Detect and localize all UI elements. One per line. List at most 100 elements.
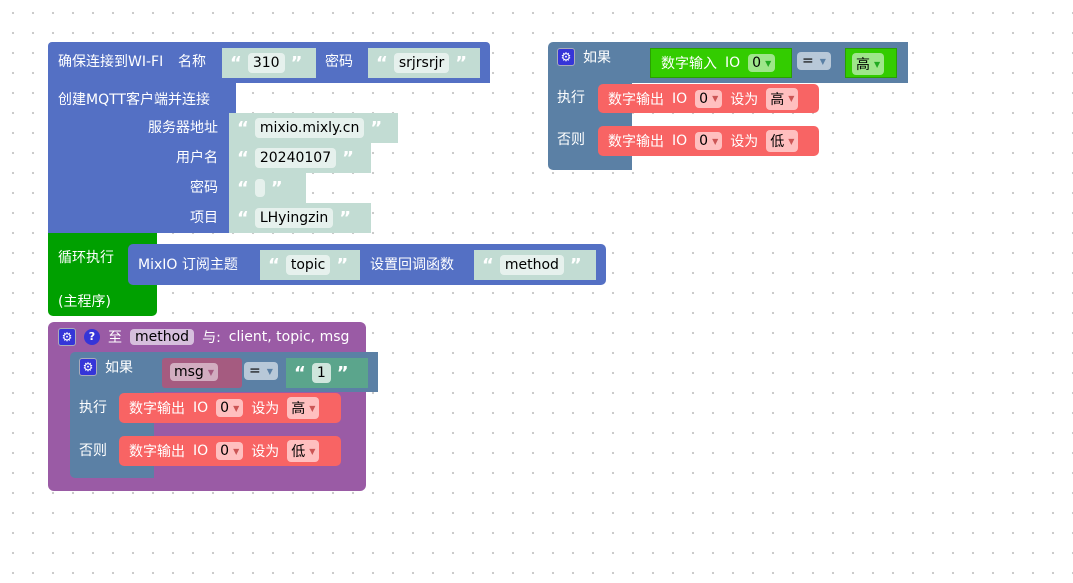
if-condition-area: msg ▼ = ▼ “1” bbox=[150, 352, 378, 392]
level-dropdown[interactable]: 低 ▼ bbox=[287, 440, 320, 462]
dropdown-arrow-icon: ▼ bbox=[788, 136, 795, 146]
user-label: 用户名 bbox=[176, 150, 218, 166]
procedure-to-label: 至 bbox=[108, 330, 122, 346]
if-condition-area: 数字输入 IO 0 ▼ = ▼ 高 ▼ bbox=[630, 42, 908, 83]
dropdown-arrow-icon: ▼ bbox=[712, 136, 719, 146]
server-label: 服务器地址 bbox=[148, 120, 218, 136]
set-label: 设为 bbox=[251, 401, 280, 417]
wifi-pwd-value[interactable]: srjrsrjr bbox=[393, 53, 450, 73]
pin-dropdown[interactable]: 0 ▼ bbox=[695, 89, 723, 108]
procedure-name-field[interactable]: method bbox=[130, 329, 195, 345]
workspace[interactable]: 确保连接到WI-FI 名称 “310” 密码 “srjrsrjr” 创建MQTT… bbox=[0, 0, 1073, 583]
action-label: 数字输出 bbox=[129, 444, 185, 460]
level-dropdown[interactable]: 低 ▼ bbox=[766, 130, 799, 152]
user-field[interactable]: “20240107” bbox=[229, 143, 371, 173]
loop-label: 循环执行 bbox=[58, 250, 114, 266]
if-header: ⚙ 如果 bbox=[557, 47, 611, 67]
compare-operator-dropdown[interactable]: = ▼ bbox=[244, 362, 278, 380]
help-icon[interactable]: ? bbox=[84, 329, 100, 345]
wifi-connect-block[interactable]: 确保连接到WI-FI 名称 “310” 密码 “srjrsrjr” bbox=[48, 42, 490, 83]
quote-open-icon: “ bbox=[237, 177, 249, 199]
wifi-label: 确保连接到WI-FI bbox=[58, 54, 164, 70]
digital-read-block[interactable]: 数字输入 IO 0 ▼ bbox=[650, 48, 792, 78]
wifi-pwd-label: 密码 bbox=[325, 54, 353, 70]
level-block[interactable]: 高 ▼ bbox=[845, 48, 897, 78]
variable-block[interactable]: msg ▼ bbox=[162, 358, 242, 388]
quote-close-icon: ” bbox=[455, 52, 468, 74]
quote-open-icon: “ bbox=[230, 52, 242, 74]
callback-value[interactable]: method bbox=[499, 255, 564, 275]
wifi-name-value[interactable]: 310 bbox=[247, 53, 285, 73]
mqtt-pwd-label: 密码 bbox=[190, 180, 218, 196]
then-label: 执行 bbox=[557, 90, 585, 106]
server-field[interactable]: “mixio.mixly.cn” bbox=[229, 113, 398, 143]
gear-icon[interactable]: ⚙ bbox=[58, 328, 76, 346]
then-label: 执行 bbox=[79, 400, 107, 416]
dropdown-arrow-icon: ▼ bbox=[309, 446, 316, 456]
set-label: 设为 bbox=[730, 134, 759, 150]
quote-open-icon: “ bbox=[237, 207, 249, 229]
digital-write-high-block[interactable]: 数字输出 IO 0 ▼ 设为 高 ▼ bbox=[119, 393, 341, 423]
pin-dropdown[interactable]: 0 ▼ bbox=[748, 54, 776, 72]
compare-operator-dropdown[interactable]: = ▼ bbox=[797, 52, 831, 70]
dropdown-arrow-icon: ▼ bbox=[309, 403, 316, 413]
quote-close-icon: ” bbox=[569, 254, 582, 276]
text-value[interactable]: 1 bbox=[311, 363, 331, 383]
dropdown-arrow-icon: ▼ bbox=[788, 94, 795, 103]
project-value[interactable]: LHyingzin bbox=[254, 208, 334, 228]
dropdown-arrow-icon: ▼ bbox=[874, 59, 881, 69]
digital-write-low-block[interactable]: 数字输出 IO 0 ▼ 设为 低 ▼ bbox=[598, 126, 819, 156]
level-dropdown[interactable]: 高 ▼ bbox=[287, 397, 320, 419]
digital-write-low-block[interactable]: 数字输出 IO 0 ▼ 设为 低 ▼ bbox=[119, 436, 341, 466]
level-dropdown[interactable]: 高 ▼ bbox=[766, 87, 799, 110]
if-label: 如果 bbox=[583, 50, 611, 66]
dropdown-arrow-icon: ▼ bbox=[233, 446, 240, 456]
pin-dropdown[interactable]: 0 ▼ bbox=[695, 132, 723, 150]
action-label: 数字输出 bbox=[129, 401, 185, 417]
if-label: 如果 bbox=[105, 360, 133, 376]
mixio-subscribe-block[interactable]: MixIO 订阅主题 “topic” 设置回调函数 “method” bbox=[128, 244, 606, 285]
quote-open-icon: “ bbox=[294, 362, 306, 384]
project-label: 项目 bbox=[190, 210, 218, 226]
level-dropdown[interactable]: 高 ▼ bbox=[852, 53, 885, 75]
msg-dropdown[interactable]: msg ▼ bbox=[170, 363, 218, 381]
gear-icon[interactable]: ⚙ bbox=[557, 48, 575, 66]
loop-sublabel: (主程序) bbox=[58, 294, 111, 310]
wifi-name-label: 名称 bbox=[178, 54, 206, 70]
quote-close-icon: ” bbox=[336, 254, 349, 276]
action-label: 数字输出 bbox=[608, 134, 664, 150]
else-label: 否则 bbox=[557, 132, 585, 148]
quote-close-icon: ” bbox=[290, 52, 303, 74]
quote-open-icon: “ bbox=[376, 52, 388, 74]
digital-write-high-block[interactable]: 数字输出 IO 0 ▼ 设为 高 ▼ bbox=[598, 84, 819, 113]
wifi-name-field[interactable]: “310” bbox=[222, 48, 316, 78]
gear-icon[interactable]: ⚙ bbox=[79, 358, 97, 376]
pin-dropdown[interactable]: 0 ▼ bbox=[216, 399, 244, 417]
procedure-params: client, topic, msg bbox=[228, 329, 350, 345]
io-label: IO bbox=[193, 400, 209, 416]
topic-value[interactable]: topic bbox=[285, 255, 331, 275]
user-value[interactable]: 20240107 bbox=[254, 148, 337, 168]
mqtt-pwd-value[interactable] bbox=[254, 179, 265, 197]
pin-dropdown[interactable]: 0 ▼ bbox=[216, 442, 244, 460]
io-label: IO bbox=[725, 55, 741, 71]
quote-open-icon: “ bbox=[482, 254, 494, 276]
callback-field[interactable]: “method” bbox=[474, 250, 596, 280]
dropdown-arrow-icon: ▼ bbox=[712, 94, 719, 103]
dropdown-arrow-icon: ▼ bbox=[266, 366, 273, 376]
action-label: 数字输出 bbox=[608, 91, 664, 108]
set-label: 设为 bbox=[730, 91, 759, 108]
quote-open-icon: “ bbox=[268, 254, 280, 276]
callback-label: 设置回调函数 bbox=[370, 257, 454, 273]
project-field[interactable]: “LHyingzin” bbox=[229, 203, 371, 233]
quote-close-icon: ” bbox=[270, 177, 283, 199]
read-label: 数字输入 bbox=[661, 56, 717, 72]
text-value-block[interactable]: “1” bbox=[286, 358, 368, 388]
quote-close-icon: ” bbox=[336, 362, 349, 384]
server-value[interactable]: mixio.mixly.cn bbox=[254, 118, 365, 138]
mqtt-label: 创建MQTT客户端并连接 bbox=[58, 92, 210, 108]
mqtt-connect-block[interactable]: 创建MQTT客户端并连接 服务器地址 用户名 密码 项目 bbox=[48, 83, 236, 233]
topic-field[interactable]: “topic” bbox=[260, 250, 360, 280]
wifi-pwd-field[interactable]: “srjrsrjr” bbox=[368, 48, 480, 78]
mqtt-pwd-field[interactable]: “” bbox=[229, 173, 306, 203]
